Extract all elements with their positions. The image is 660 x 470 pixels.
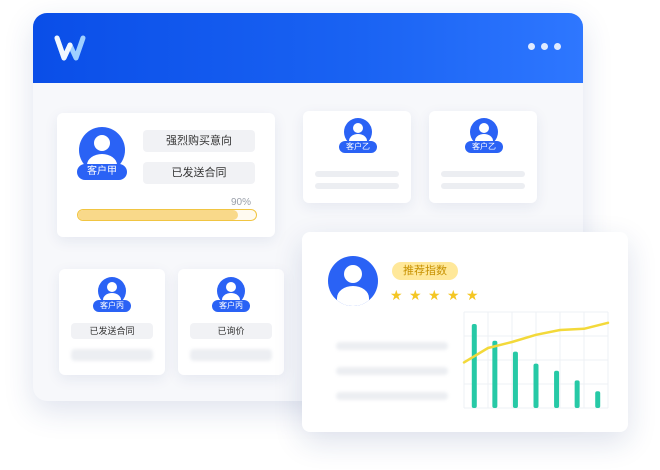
placeholder-line bbox=[71, 349, 153, 361]
customer-tag: 客户丙 bbox=[93, 300, 131, 312]
avatar bbox=[328, 256, 378, 306]
dot bbox=[528, 43, 535, 50]
title-bar bbox=[33, 13, 583, 83]
star-icon: ★ bbox=[447, 287, 460, 303]
customer-card-bottom[interactable]: 客户丙 已询价 bbox=[178, 269, 284, 375]
bar-4 bbox=[533, 363, 539, 408]
placeholder-line bbox=[315, 171, 399, 177]
placeholder-line bbox=[315, 183, 399, 189]
star-icon: ★ bbox=[390, 287, 403, 303]
placeholder-line bbox=[336, 342, 448, 350]
intent-label: 强烈购买意向 bbox=[143, 130, 255, 152]
progress-label: 90% bbox=[230, 197, 251, 208]
customer-card-bottom[interactable]: 客户丙 已发送合同 bbox=[59, 269, 165, 375]
brand-logo-icon[interactable] bbox=[53, 33, 89, 63]
customer-tag: 客户乙 bbox=[339, 141, 377, 153]
customer-card-small[interactable]: 客户乙 bbox=[303, 111, 411, 203]
status-label: 已发送合同 bbox=[143, 162, 255, 184]
bar-3 bbox=[512, 351, 518, 408]
customer-tag: 客户乙 bbox=[465, 141, 503, 153]
placeholder-line bbox=[441, 171, 525, 177]
placeholder-line bbox=[336, 392, 448, 400]
more-dots-icon[interactable] bbox=[528, 43, 561, 50]
placeholder-line bbox=[336, 367, 448, 375]
dot bbox=[541, 43, 548, 50]
bar-6 bbox=[574, 380, 580, 408]
bar-7 bbox=[595, 391, 601, 408]
placeholder-line bbox=[190, 349, 272, 361]
customer-card-small[interactable]: 客户乙 bbox=[429, 111, 537, 203]
placeholder-line bbox=[441, 183, 525, 189]
bar-2 bbox=[492, 340, 498, 408]
customer-tag: 客户甲 bbox=[77, 164, 127, 180]
bar-1 bbox=[471, 324, 477, 408]
progress-bar bbox=[77, 209, 257, 221]
dot bbox=[554, 43, 561, 50]
bar-5 bbox=[554, 370, 560, 408]
customer-card-main[interactable]: 客户甲 强烈购买意向 已发送合同 90% bbox=[57, 113, 275, 237]
customer-tag: 客户丙 bbox=[212, 300, 250, 312]
recommend-card[interactable]: 推荐指数 ★ ★ ★ ★ ★ bbox=[302, 232, 628, 432]
status-label: 已发送合同 bbox=[71, 323, 153, 339]
star-icon: ★ bbox=[466, 287, 479, 303]
status-label: 已询价 bbox=[190, 323, 272, 339]
progress-fill bbox=[78, 210, 239, 220]
star-icon: ★ bbox=[428, 287, 441, 303]
rating-stars: ★ ★ ★ ★ ★ bbox=[390, 288, 480, 302]
trend-chart bbox=[462, 311, 610, 409]
recommend-badge: 推荐指数 bbox=[392, 262, 458, 280]
star-icon: ★ bbox=[409, 287, 422, 303]
